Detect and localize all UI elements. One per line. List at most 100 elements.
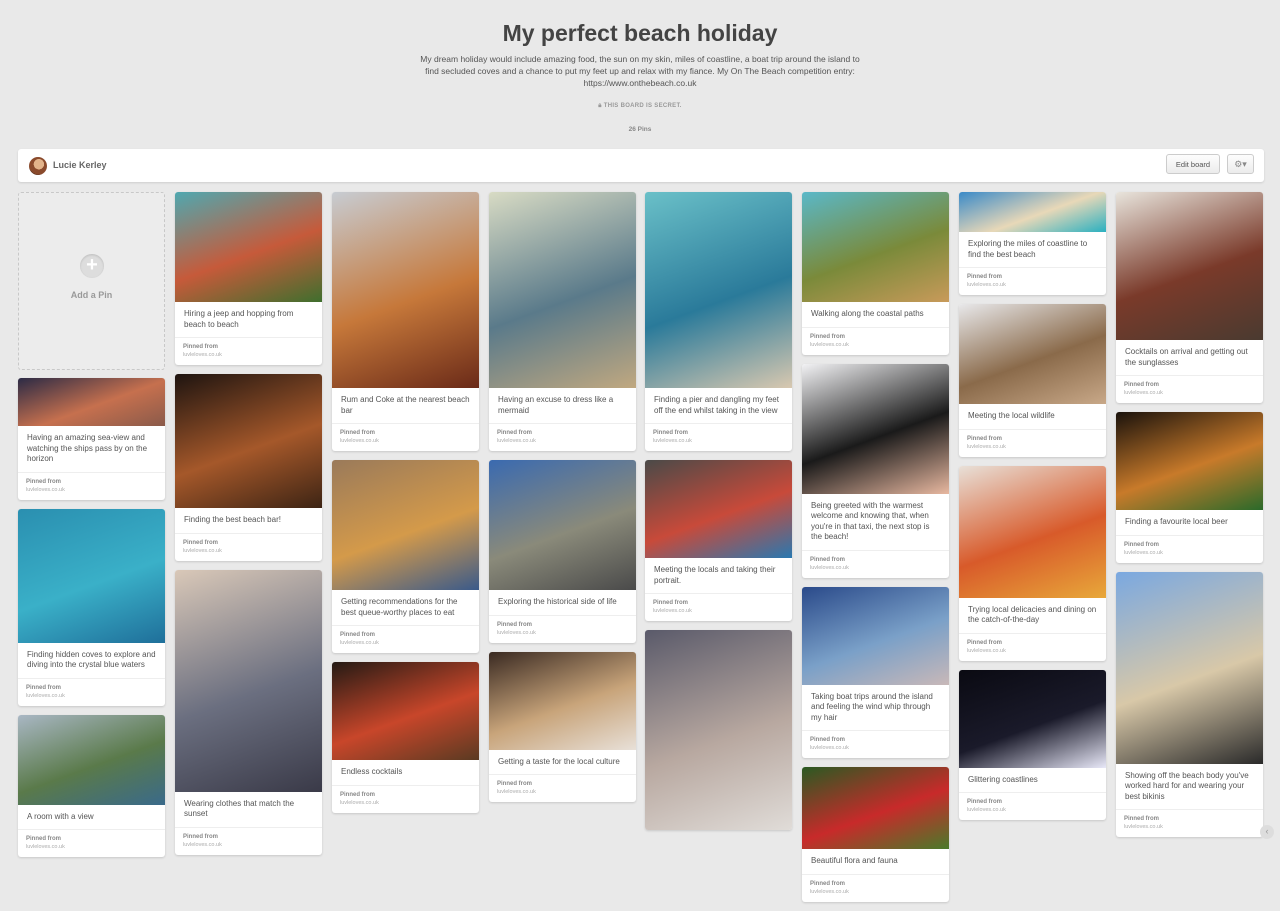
pin-image[interactable] xyxy=(489,460,636,590)
pin-card[interactable]: Finding the best beach bar! Pinned from lu… xyxy=(175,374,322,561)
pin-card[interactable]: Having an excuse to dress like a mermaid… xyxy=(489,192,636,451)
pin-card[interactable]: Meeting the local wildlife Pinned from luv… xyxy=(959,304,1106,457)
pinned-from-label: Pinned from xyxy=(653,430,689,436)
pin-image[interactable] xyxy=(175,569,322,792)
pin-image[interactable] xyxy=(645,460,792,558)
pin-image[interactable] xyxy=(959,465,1106,598)
board-header: My perfect beach holiday My dream holida… xyxy=(0,0,1280,133)
source-link[interactable]: luvleloves.co.uk xyxy=(340,639,471,647)
pin-card[interactable]: Taking boat trips around the island and … xyxy=(802,586,949,758)
avatar[interactable] xyxy=(29,157,47,175)
source-link[interactable]: luvleloves.co.uk xyxy=(497,437,628,445)
pin-image[interactable] xyxy=(175,192,322,302)
pin-card[interactable]: Endless cocktails Pinned from luvleloves.c… xyxy=(332,662,479,813)
pin-card[interactable]: Showing off the beach body you've worked… xyxy=(1116,571,1263,837)
pin-card[interactable]: Having an amazing sea-view and watching … xyxy=(18,378,165,500)
pin-card[interactable]: Hiring a jeep and hopping from beach to … xyxy=(175,192,322,365)
pin-card[interactable]: Beautiful flora and fauna Pinned from luvl… xyxy=(802,767,949,902)
pin-image[interactable] xyxy=(18,508,165,643)
pin-count[interactable]: 26 Pins xyxy=(0,126,1280,133)
source-link[interactable]: luvleloves.co.uk xyxy=(26,486,157,494)
source-link[interactable]: luvleloves.co.uk xyxy=(26,843,157,851)
settings-button[interactable]: ⚙▾ xyxy=(1227,154,1254,174)
source-link[interactable]: luvleloves.co.uk xyxy=(1124,389,1255,397)
pin-image[interactable] xyxy=(332,460,479,590)
pin-card[interactable]: Wearing clothes that match the sunset Pin… xyxy=(175,569,322,855)
pin-source: Pinned from luvleloves.co.uk xyxy=(959,792,1106,820)
pin-card[interactable]: Rum and Coke at the nearest beach bar Pin… xyxy=(332,192,479,451)
source-link[interactable]: luvleloves.co.uk xyxy=(653,437,784,445)
pin-image[interactable] xyxy=(18,714,165,805)
source-link[interactable]: luvleloves.co.uk xyxy=(26,692,157,700)
pin-image[interactable] xyxy=(1116,412,1263,510)
pin-card[interactable]: Finding a favourite local beer Pinned fro… xyxy=(1116,412,1263,563)
pin-image[interactable] xyxy=(802,767,949,849)
pin-caption: Wearing clothes that match the sunset xyxy=(184,798,295,819)
pin-source: Pinned from luvleloves.co.uk xyxy=(332,423,479,451)
source-link[interactable]: luvleloves.co.uk xyxy=(183,351,314,359)
pinned-from-label: Pinned from xyxy=(183,344,219,350)
source-link[interactable]: luvleloves.co.uk xyxy=(967,443,1098,451)
source-link[interactable]: luvleloves.co.uk xyxy=(653,607,784,615)
pin-image[interactable] xyxy=(802,363,949,494)
pin-image[interactable] xyxy=(959,669,1106,768)
pin-card[interactable]: Getting a taste for the local culture Pin… xyxy=(489,651,636,802)
source-link[interactable]: luvleloves.co.uk xyxy=(340,799,471,807)
pin-image[interactable] xyxy=(1116,571,1263,764)
pin-image[interactable] xyxy=(175,374,322,508)
pin-card[interactable]: Trying local delicacies and dining on th… xyxy=(959,465,1106,661)
pin-source: Pinned from luvleloves.co.uk xyxy=(802,730,949,758)
scroll-up-icon[interactable]: ‹ xyxy=(1260,825,1274,839)
pin-image[interactable] xyxy=(802,192,949,302)
pin-card[interactable]: Being greeted with the warmest welcome a… xyxy=(802,363,949,578)
pin-caption: Showing off the beach body you've worked… xyxy=(1125,770,1249,801)
pin-source: Pinned from luvleloves.co.uk xyxy=(645,423,792,451)
pin-card[interactable]: Meeting the locals and taking their port… xyxy=(645,460,792,621)
pin-image[interactable] xyxy=(645,192,792,388)
pin-card[interactable]: Finding a pier and dangling my feet off … xyxy=(645,192,792,451)
pin-image[interactable] xyxy=(645,630,792,830)
edit-board-button[interactable]: Edit board xyxy=(1166,154,1220,174)
source-link[interactable]: luvleloves.co.uk xyxy=(810,341,941,349)
source-link[interactable]: luvleloves.co.uk xyxy=(810,564,941,572)
source-link[interactable]: luvleloves.co.uk xyxy=(810,744,941,752)
pin-card[interactable]: Glittering coastlines Pinned from luvlelov… xyxy=(959,669,1106,820)
pin-caption: Walking along the coastal paths xyxy=(811,309,924,318)
pin-source: Pinned from luvleloves.co.uk xyxy=(175,826,322,855)
pin-card[interactable]: Walking along the coastal paths Pinned fr… xyxy=(802,192,949,355)
source-link[interactable]: luvleloves.co.uk xyxy=(497,629,628,637)
source-link[interactable]: luvleloves.co.uk xyxy=(183,547,314,555)
add-pin-button[interactable]: + Add a Pin xyxy=(18,192,165,370)
pin-image[interactable] xyxy=(959,304,1106,404)
pin-source: Pinned from luvleloves.co.uk xyxy=(802,326,949,355)
pin-image[interactable] xyxy=(18,378,165,426)
pinned-from-label: Pinned from xyxy=(810,737,846,743)
pin-image[interactable] xyxy=(332,192,479,388)
source-link[interactable]: luvleloves.co.uk xyxy=(967,806,1098,814)
source-link[interactable]: luvleloves.co.uk xyxy=(1124,823,1255,831)
pin-image[interactable] xyxy=(489,192,636,388)
pin-card[interactable]: Cocktails on arrival and getting out the… xyxy=(1116,192,1263,403)
pin-image[interactable] xyxy=(332,662,479,760)
pin-card[interactable]: Exploring the miles of coastline to find… xyxy=(959,192,1106,295)
pin-image[interactable] xyxy=(1116,192,1263,340)
pin-image[interactable] xyxy=(959,192,1106,232)
pin-card[interactable]: Getting recommendations for the best que… xyxy=(332,460,479,653)
pin-caption: Endless cocktails xyxy=(341,767,403,776)
pin-image[interactable] xyxy=(489,651,636,750)
pin-caption: Getting a taste for the local culture xyxy=(498,756,620,766)
user-name[interactable]: Lucie Kerley xyxy=(53,160,107,170)
pin-image[interactable] xyxy=(802,586,949,685)
source-link[interactable]: luvleloves.co.uk xyxy=(1124,549,1255,557)
source-link[interactable]: luvleloves.co.uk xyxy=(967,281,1098,289)
source-link[interactable]: luvleloves.co.uk xyxy=(497,788,628,796)
pin-card[interactable] xyxy=(645,630,792,830)
pin-card[interactable]: Finding hidden coves to explore and divi… xyxy=(18,508,165,706)
source-link[interactable]: luvleloves.co.uk xyxy=(967,647,1098,655)
source-link[interactable]: luvleloves.co.uk xyxy=(340,437,471,445)
pin-column: Rum and Coke at the nearest beach bar Pin… xyxy=(332,192,479,822)
pin-card[interactable]: Exploring the historical side of life Pin… xyxy=(489,460,636,643)
pinned-from-label: Pinned from xyxy=(26,684,62,691)
source-link[interactable]: luvleloves.co.uk xyxy=(810,888,941,896)
pin-card[interactable]: A room with a view Pinned from luvleloves.… xyxy=(18,714,165,857)
